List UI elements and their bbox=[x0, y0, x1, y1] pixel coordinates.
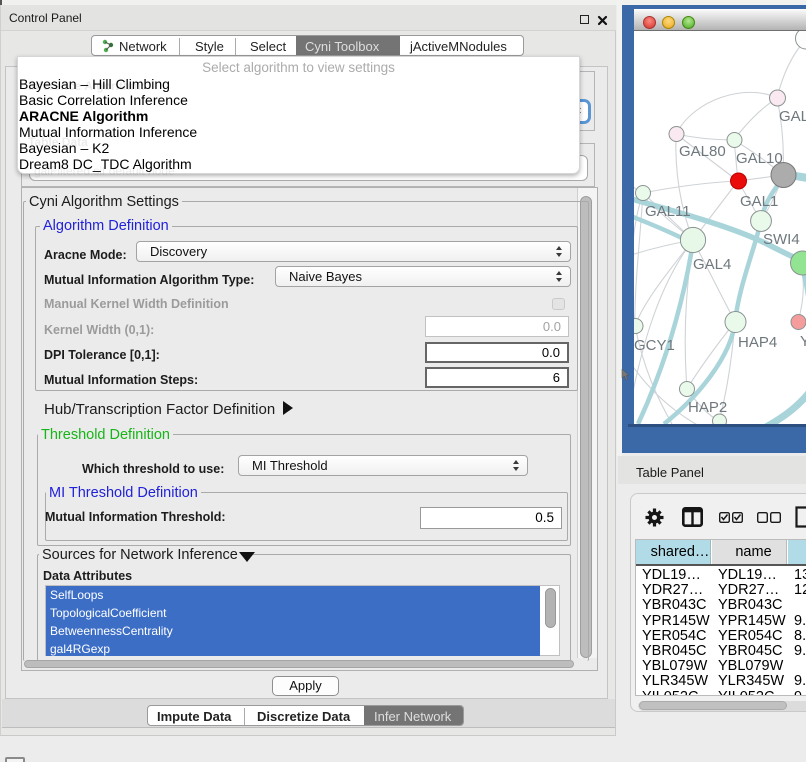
svg-text:HAP4: HAP4 bbox=[738, 334, 777, 351]
svg-text:Y: Y bbox=[800, 333, 806, 350]
svg-text:SWI4: SWI4 bbox=[763, 231, 800, 248]
svg-text:GAL1: GAL1 bbox=[740, 193, 778, 210]
svg-text:HAP2: HAP2 bbox=[688, 399, 727, 416]
svg-text:GAL4: GAL4 bbox=[693, 256, 731, 273]
svg-text:GCY1: GCY1 bbox=[634, 337, 675, 354]
svg-text:GAL80: GAL80 bbox=[679, 143, 726, 160]
svg-text:GAL10: GAL10 bbox=[736, 150, 783, 167]
svg-text:GAL11: GAL11 bbox=[645, 203, 691, 220]
svg-text:GAL7: GAL7 bbox=[779, 108, 806, 125]
